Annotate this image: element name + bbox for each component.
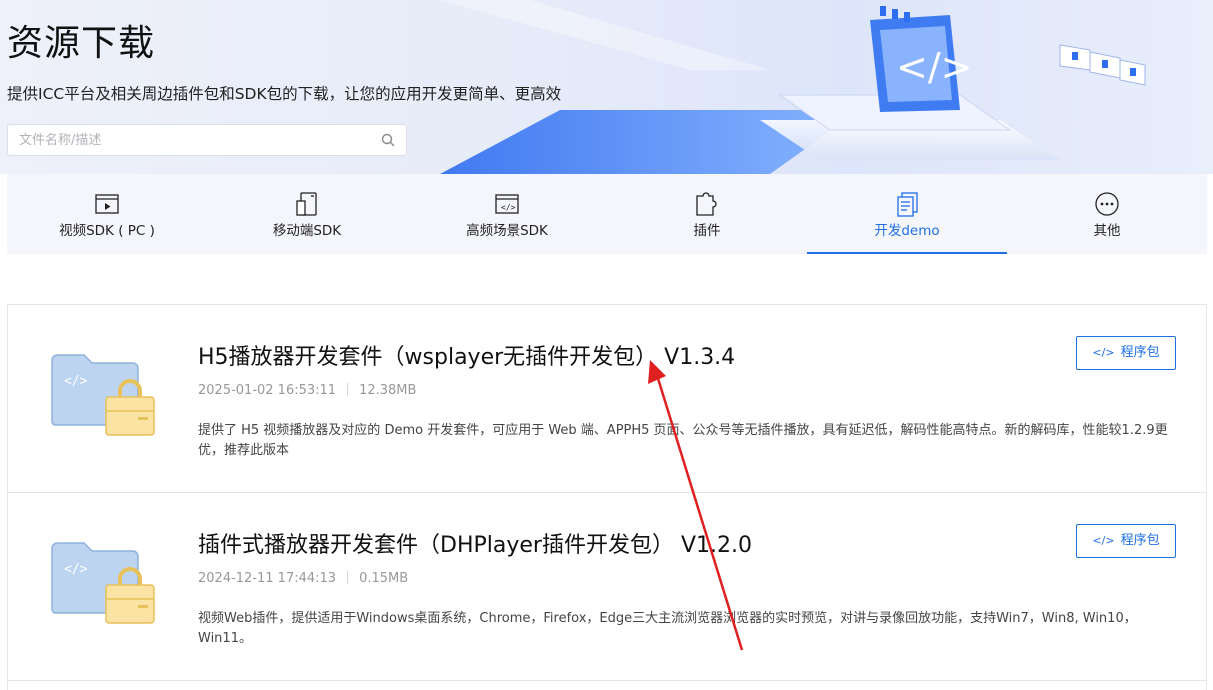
tab-plugin[interactable]: 插件 — [607, 174, 807, 254]
tab-label: 插件 — [693, 223, 721, 239]
tab-label: 开发demo — [874, 223, 940, 239]
tab-label: 高频场景SDK — [466, 223, 548, 239]
download-package-button[interactable]: </> 程序包 — [1076, 524, 1176, 558]
item-date: 2024-12-11 17:44:13 — [198, 571, 337, 586]
video-player-icon — [95, 194, 119, 214]
search-input[interactable] — [8, 125, 368, 155]
tab-high-frequency-sdk[interactable]: </> 高频场景SDK — [407, 174, 607, 254]
code-window-icon: </> — [495, 194, 519, 214]
item-description: 提供了 H5 视频播放器及对应的 Demo 开发套件，可应用于 Web 端、AP… — [198, 423, 1168, 458]
tab-label: 其他 — [1093, 223, 1121, 239]
svg-text:</>: </> — [64, 562, 88, 577]
document-icon — [897, 192, 918, 217]
meta-divider — [347, 571, 349, 584]
tab-other[interactable]: 其他 — [1007, 174, 1207, 254]
meta-divider — [347, 383, 349, 396]
search-box — [7, 124, 407, 156]
item-meta: 2025-01-02 16:53:11 12.38MB — [198, 383, 416, 398]
page-banner: </> 资源下载 提供ICC平台及相关周边插件包和SDK包的下载，让您的应用开发… — [0, 0, 1213, 174]
item-title: 插件式播放器开发套件（DHPlayer插件开发包） V1.2.0 — [198, 533, 752, 558]
page-subtitle: 提供ICC平台及相关周边插件包和SDK包的下载，让您的应用开发更简单、更高效 — [7, 85, 562, 103]
item-description: 视频Web插件，提供适用于Windows桌面系统，Chrome，Firefox，… — [198, 611, 1137, 646]
code-icon: </> — [1092, 346, 1115, 359]
category-tabs: 视频SDK ( PC ) 移动端SDK </> 高频场景SDK 插件 开发dem… — [7, 174, 1207, 254]
tab-label: 视频SDK ( PC ) — [59, 223, 155, 239]
svg-text:</>: </> — [501, 203, 516, 212]
tab-label: 移动端SDK — [272, 223, 342, 239]
tab-mobile-sdk[interactable]: 移动端SDK — [207, 174, 407, 254]
page-title: 资源下载 — [7, 23, 156, 64]
item-size: 12.38MB — [359, 383, 417, 398]
resource-list: </> H5播放器开发套件（wsplayer无插件开发包） V1.3.4 202… — [7, 304, 1207, 690]
tab-dev-demo[interactable]: 开发demo — [807, 174, 1007, 254]
item-title: H5播放器开发套件（wsplayer无插件开发包） V1.3.4 — [198, 345, 736, 370]
search-icon[interactable] — [380, 132, 396, 148]
code-folder-lock-icon: </> — [51, 354, 155, 436]
item-meta: 2024-12-11 17:44:13 0.15MB — [198, 571, 408, 586]
list-item: </> 插件式播放器开发套件（DHPlayer插件开发包） V1.2.0 202… — [8, 493, 1206, 681]
button-label: 程序包 — [1120, 345, 1160, 360]
button-label: 程序包 — [1120, 533, 1160, 548]
code-icon: </> — [1092, 534, 1115, 547]
mobile-icon — [296, 192, 317, 216]
list-item: </> H5播放器开发套件（wsplayer无插件开发包） V1.3.4 202… — [8, 305, 1206, 493]
item-size: 0.15MB — [359, 571, 409, 586]
download-package-button[interactable]: </> 程序包 — [1076, 336, 1176, 370]
plugin-icon — [696, 192, 717, 216]
svg-text:</>: </> — [896, 45, 972, 89]
code-folder-lock-icon: </> — [51, 542, 155, 624]
more-icon — [1095, 192, 1119, 216]
svg-text:</>: </> — [64, 374, 88, 389]
item-date: 2025-01-02 16:53:11 — [198, 383, 337, 398]
tab-video-sdk-pc[interactable]: 视频SDK ( PC ) — [7, 174, 207, 254]
